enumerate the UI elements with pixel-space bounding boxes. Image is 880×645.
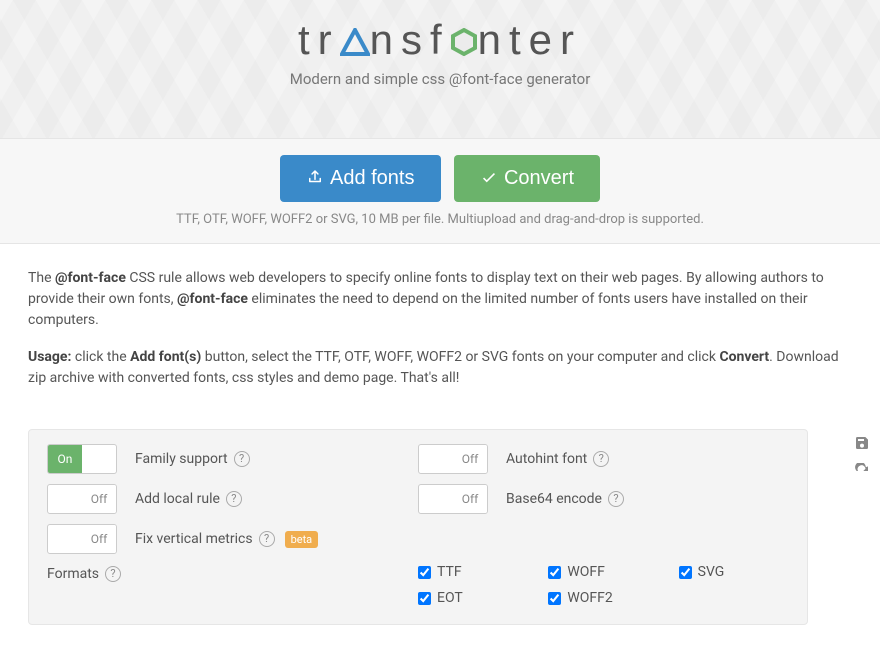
- actions-bar: Add fonts Convert TTF, OTF, WOFF, WOFF2 …: [0, 138, 880, 244]
- label-family-support: Family support?: [135, 451, 250, 467]
- convert-button[interactable]: Convert: [454, 155, 600, 202]
- add-fonts-label: Add fonts: [330, 167, 415, 189]
- checkbox-woff2[interactable]: WOFF2: [548, 590, 658, 606]
- checkbox-woff[interactable]: WOFF: [548, 564, 658, 580]
- toggle-family-support[interactable]: On: [47, 444, 117, 474]
- help-icon[interactable]: ?: [234, 451, 250, 467]
- label-fix-vertical: Fix vertical metrics?beta: [135, 531, 318, 548]
- beta-badge: beta: [285, 531, 319, 548]
- brand-text-1: tr: [298, 16, 340, 63]
- checkbox-svg[interactable]: SVG: [679, 564, 789, 580]
- brand-text-3: nter: [478, 16, 582, 63]
- description: The @font-face CSS rule allows web devel…: [0, 244, 880, 429]
- checkbox-ttf[interactable]: TTF: [418, 564, 528, 580]
- upload-hint: TTF, OTF, WOFF, WOFF2 or SVG, 10 MB per …: [0, 212, 880, 227]
- convert-label: Convert: [504, 167, 574, 189]
- header: trnsfnter Modern and simple css @font-fa…: [0, 0, 880, 138]
- refresh-icon[interactable]: [854, 463, 870, 479]
- description-p1: The @font-face CSS rule allows web devel…: [28, 268, 852, 331]
- checkbox-eot[interactable]: EOT: [418, 590, 528, 606]
- side-tools: [854, 435, 870, 479]
- brand-logo: trnsfnter: [0, 16, 880, 66]
- add-fonts-button[interactable]: Add fonts: [280, 155, 441, 202]
- brand-text-2: nsf: [370, 16, 450, 63]
- help-icon[interactable]: ?: [608, 491, 624, 507]
- help-icon[interactable]: ?: [226, 491, 242, 507]
- help-icon[interactable]: ?: [259, 531, 275, 547]
- toggle-autohint[interactable]: Off: [418, 444, 488, 474]
- label-add-local: Add local rule?: [135, 491, 242, 507]
- toggle-fix-vertical[interactable]: Off: [47, 524, 117, 554]
- label-autohint: Autohint font?: [506, 451, 609, 467]
- toggle-add-local[interactable]: Off: [47, 484, 117, 514]
- help-icon[interactable]: ?: [593, 451, 609, 467]
- label-base64: Base64 encode?: [506, 491, 624, 507]
- toggle-base64[interactable]: Off: [418, 484, 488, 514]
- triangle-icon: [340, 18, 370, 66]
- check-icon: [480, 168, 498, 186]
- save-icon[interactable]: [854, 435, 870, 451]
- options-panel: On Family support? Off Autohint font? Of…: [28, 429, 808, 625]
- hexagon-icon: [450, 18, 478, 66]
- description-p2: Usage: click the Add font(s) button, sel…: [28, 347, 852, 389]
- upload-icon: [306, 168, 324, 186]
- tagline: Modern and simple css @font-face generat…: [0, 70, 880, 88]
